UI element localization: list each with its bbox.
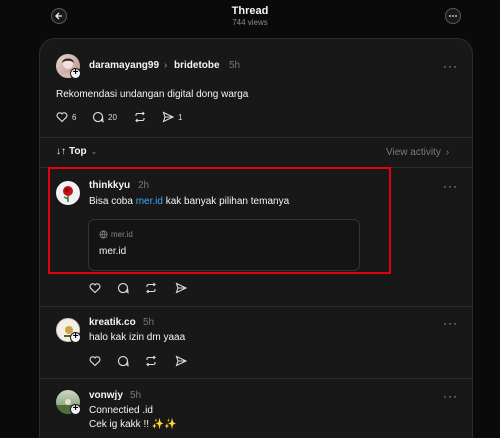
send-icon: [175, 355, 187, 367]
like-button[interactable]: [89, 282, 101, 294]
reply-time: 5h: [143, 317, 155, 328]
share-count: 1: [178, 112, 183, 122]
follow-plus-icon[interactable]: +: [70, 68, 81, 79]
repost-icon: [135, 111, 145, 123]
share-button[interactable]: [175, 282, 187, 294]
follow-plus-icon[interactable]: +: [70, 332, 81, 343]
sort-label: Top: [69, 146, 87, 157]
chevron-right-icon: ›: [164, 60, 168, 71]
send-icon: [175, 282, 187, 294]
reply-text: halo kak izin dm yaaa: [89, 332, 186, 343]
sort-icon: ↓↑: [56, 146, 66, 157]
post-text: Rekomendasi undangan digital dong warga: [56, 89, 249, 100]
post-time: 5h: [229, 60, 241, 71]
view-activity-label: View activity: [386, 147, 441, 158]
heart-icon: [89, 283, 101, 294]
reply-author[interactable]: vonwjy: [89, 390, 123, 401]
top-bar: Thread 744 views: [0, 0, 500, 36]
repost-button[interactable]: [145, 282, 157, 294]
page-title: Thread: [231, 5, 269, 17]
reply-author[interactable]: kreatik.co: [89, 317, 136, 328]
header-more-button[interactable]: [445, 8, 461, 24]
comment-button[interactable]: 20: [92, 111, 117, 123]
sort-dropdown[interactable]: ↓↑ Top ⌄: [56, 145, 97, 159]
divider: [40, 378, 472, 379]
title-block: Thread 744 views: [0, 5, 500, 28]
repost-button[interactable]: [134, 111, 146, 123]
share-button[interactable]: [175, 355, 187, 367]
reply-more-icon[interactable]: ···: [443, 180, 458, 192]
repost-icon: [146, 355, 156, 367]
highlight-box: [48, 167, 391, 274]
comment-icon: [117, 356, 129, 367]
reply-text-line-1: Connectied .id: [89, 405, 153, 416]
send-icon: [162, 111, 174, 123]
reply-more-icon[interactable]: ···: [443, 390, 458, 402]
comment-icon: [117, 283, 129, 294]
comment-button[interactable]: [117, 282, 129, 294]
reply-more-icon[interactable]: ···: [443, 317, 458, 329]
comment-count: 20: [108, 112, 117, 122]
repost-icon: [146, 282, 156, 294]
chevron-right-icon: ›: [445, 147, 450, 158]
post-author[interactable]: daramayang99: [89, 60, 159, 71]
ellipsis-icon: [449, 15, 457, 17]
follow-plus-icon[interactable]: +: [70, 404, 81, 415]
divider: [40, 137, 472, 138]
divider: [40, 306, 472, 307]
reply-text-line-2: Cek ig kakk !! ✨✨: [89, 419, 177, 430]
share-button[interactable]: 1: [162, 111, 182, 123]
repost-button[interactable]: [145, 355, 157, 367]
comment-icon: [92, 112, 104, 123]
chevron-down-icon: ⌄: [90, 147, 98, 156]
heart-icon: [89, 356, 101, 367]
like-button[interactable]: [89, 355, 101, 367]
reply-to-author[interactable]: bridetobe: [174, 60, 220, 71]
heart-icon: [56, 112, 68, 123]
post-more-icon[interactable]: ···: [443, 60, 458, 72]
like-count: 6: [72, 112, 77, 122]
view-activity-link[interactable]: View activity ›: [386, 146, 449, 160]
reply-time: 5h: [130, 390, 142, 401]
view-count: 744 views: [232, 18, 268, 27]
like-button[interactable]: 6: [56, 111, 76, 123]
comment-button[interactable]: [117, 355, 129, 367]
